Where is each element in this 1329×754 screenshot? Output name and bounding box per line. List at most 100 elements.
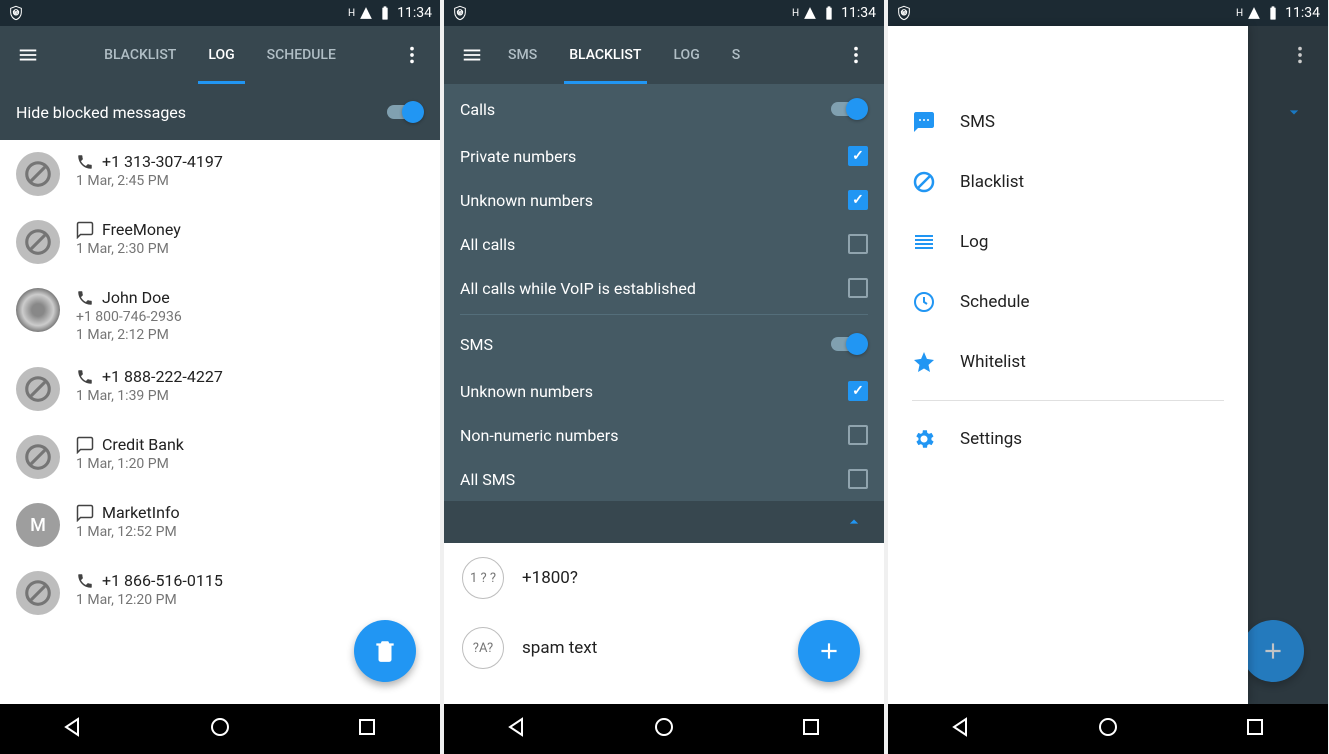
log-title: +1 313-307-4197 xyxy=(102,152,223,171)
nav-back[interactable] xyxy=(949,715,973,743)
tab-log[interactable]: LOG xyxy=(657,26,715,84)
calls-option[interactable]: All calls while VoIP is established xyxy=(444,266,884,310)
nav-home[interactable] xyxy=(208,715,232,743)
drawer-item-sms[interactable]: SMS xyxy=(888,92,1248,152)
blocked-avatar-icon xyxy=(16,435,60,479)
entry-badge: 1 ? ? xyxy=(462,557,504,599)
drawer-item-settings[interactable]: Settings xyxy=(888,409,1248,469)
option-label: All calls while VoIP is established xyxy=(460,279,696,298)
log-time: 1 Mar, 12:20 PM xyxy=(76,592,424,608)
menu-button[interactable] xyxy=(452,35,492,75)
settings-icon xyxy=(912,427,936,451)
nav-back[interactable] xyxy=(61,715,85,743)
shield-icon xyxy=(452,5,468,21)
option-label: Unknown numbers xyxy=(460,382,593,401)
log-item[interactable]: MMarketInfo1 Mar, 12:52 PM xyxy=(0,491,440,559)
drawer-label: Settings xyxy=(960,429,1022,449)
entry-text: +1800? xyxy=(522,568,578,588)
nav-recent[interactable] xyxy=(1243,715,1267,743)
tab-bar: SMS BLACKLIST LOG S xyxy=(492,26,836,84)
overflow-button[interactable] xyxy=(836,35,876,75)
entry-badge: ?A? xyxy=(462,627,504,669)
log-item[interactable]: FreeMoney1 Mar, 2:30 PM xyxy=(0,208,440,276)
checkbox[interactable] xyxy=(848,381,868,401)
hide-blocked-label: Hide blocked messages xyxy=(16,103,186,122)
add-fab[interactable] xyxy=(798,620,860,682)
checkbox[interactable] xyxy=(848,425,868,445)
drawer-label: Blacklist xyxy=(960,172,1024,192)
sms-icon xyxy=(76,436,94,454)
drawer-item-blacklist[interactable]: Blacklist xyxy=(888,152,1248,212)
call-icon xyxy=(76,289,94,307)
contact-photo xyxy=(16,288,60,332)
blocked-avatar-icon xyxy=(16,220,60,264)
tab-sms[interactable]: SMS xyxy=(492,26,553,84)
network-indicator: H xyxy=(792,8,799,19)
clock-text: 11:34 xyxy=(1285,5,1320,21)
clock-text: 11:34 xyxy=(397,5,432,21)
app-bar: BLACKLIST LOG SCHEDULE xyxy=(0,26,440,84)
signal-icon xyxy=(1247,6,1261,20)
option-label: All calls xyxy=(460,235,515,254)
hide-blocked-row[interactable]: Hide blocked messages xyxy=(0,84,440,140)
tab-blacklist[interactable]: BLACKLIST xyxy=(553,26,657,84)
tab-schedule-partial[interactable]: S xyxy=(716,26,756,84)
star-icon xyxy=(912,350,936,374)
checkbox[interactable] xyxy=(848,146,868,166)
log-item[interactable]: +1 313-307-41971 Mar, 2:45 PM xyxy=(0,140,440,208)
add-fab[interactable] xyxy=(1242,620,1304,682)
drawer-label: Log xyxy=(960,232,988,252)
option-label: All SMS xyxy=(460,470,515,489)
calls-option[interactable]: All calls xyxy=(444,222,884,266)
nav-home[interactable] xyxy=(652,715,676,743)
nav-recent[interactable] xyxy=(799,715,823,743)
sms-option[interactable]: Non-numeric numbers xyxy=(444,413,884,457)
drawer-item-log[interactable]: Log xyxy=(888,212,1248,272)
calls-section-header[interactable]: Calls xyxy=(444,84,884,134)
sms-toggle[interactable] xyxy=(828,333,868,355)
checkbox[interactable] xyxy=(848,234,868,254)
blacklist-entry[interactable]: 1 ? ? +1800? xyxy=(444,543,884,613)
calls-option[interactable]: Unknown numbers xyxy=(444,178,884,222)
calls-option[interactable]: Private numbers xyxy=(444,134,884,178)
log-item[interactable]: John Doe+1 800-746-29361 Mar, 2:12 PM xyxy=(0,276,440,355)
log-item[interactable]: +1 888-222-42271 Mar, 1:39 PM xyxy=(0,355,440,423)
drawer-label: SMS xyxy=(960,112,995,132)
status-bar: H 11:34 xyxy=(888,0,1328,26)
status-bar: H 11:34 xyxy=(0,0,440,26)
overflow-button[interactable] xyxy=(392,35,432,75)
phone-screen-log: H 11:34 BLACKLIST LOG SCHEDULE Hide bloc… xyxy=(0,0,440,754)
log-item[interactable]: +1 866-516-01151 Mar, 12:20 PM xyxy=(0,559,440,627)
collapse-button[interactable] xyxy=(444,501,884,543)
calls-toggle[interactable] xyxy=(828,98,868,120)
drawer-label: Whitelist xyxy=(960,352,1026,372)
trash-icon xyxy=(372,638,398,664)
checkbox[interactable] xyxy=(848,278,868,298)
nav-recent[interactable] xyxy=(355,715,379,743)
sms-section-header[interactable]: SMS xyxy=(444,319,884,369)
status-bar: H 11:34 xyxy=(444,0,884,26)
drawer-item-whitelist[interactable]: Whitelist xyxy=(888,332,1248,392)
nav-bar xyxy=(444,704,884,754)
nav-home[interactable] xyxy=(1096,715,1120,743)
signal-icon xyxy=(359,6,373,20)
log-item[interactable]: Credit Bank1 Mar, 1:20 PM xyxy=(0,423,440,491)
menu-button[interactable] xyxy=(8,35,48,75)
checkbox[interactable] xyxy=(848,469,868,489)
hide-blocked-toggle[interactable] xyxy=(384,101,424,123)
tab-log[interactable]: LOG xyxy=(192,26,250,84)
tab-schedule[interactable]: SCHEDULE xyxy=(251,26,352,84)
sms-option[interactable]: Unknown numbers xyxy=(444,369,884,413)
signal-icon xyxy=(803,6,817,20)
schedule-icon xyxy=(912,290,936,314)
hamburger-icon xyxy=(461,44,483,66)
delete-fab[interactable] xyxy=(354,620,416,682)
log-time: 1 Mar, 1:20 PM xyxy=(76,456,424,472)
sms-option[interactable]: All SMS xyxy=(444,457,884,501)
log-subtitle: +1 800-746-2936 xyxy=(76,309,424,325)
tab-blacklist[interactable]: BLACKLIST xyxy=(88,26,192,84)
option-label: Private numbers xyxy=(460,147,576,166)
nav-back[interactable] xyxy=(505,715,529,743)
drawer-item-schedule[interactable]: Schedule xyxy=(888,272,1248,332)
checkbox[interactable] xyxy=(848,190,868,210)
